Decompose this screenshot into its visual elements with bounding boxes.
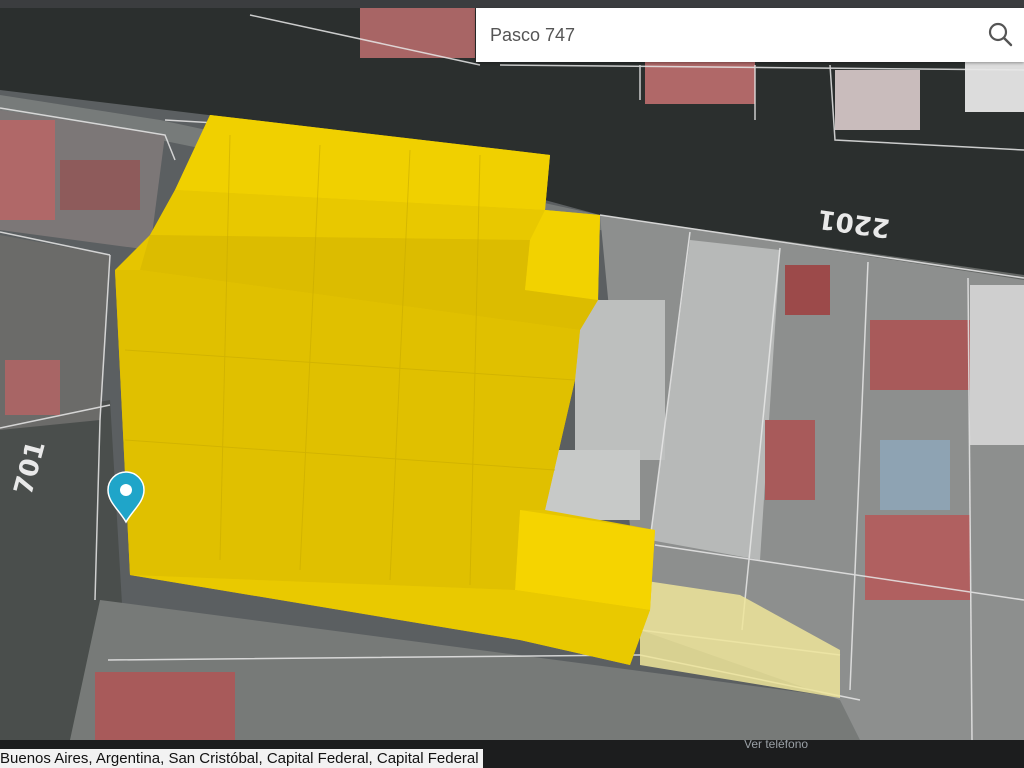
roof-right-blue xyxy=(880,440,950,510)
roof-mid-gray xyxy=(575,300,665,460)
top-bar xyxy=(0,0,1024,8)
roof-top-3 xyxy=(835,70,920,130)
roof-right-light xyxy=(970,285,1024,445)
search-box xyxy=(476,8,1024,62)
roof-top-red-2 xyxy=(645,62,755,104)
search-button[interactable] xyxy=(974,8,1024,62)
roof-right-red-1 xyxy=(785,265,830,315)
roof-right-red-3 xyxy=(765,420,815,500)
roof-top-left-red xyxy=(0,120,55,220)
search-icon xyxy=(988,22,1013,47)
phone-link[interactable]: Ver teléfono xyxy=(744,740,808,751)
satellite-map[interactable]: 2201 701 xyxy=(0,8,1024,740)
footer: Ver teléfono Buenos Aires, Argentina, Sa… xyxy=(0,740,1024,768)
roof-top-left-2 xyxy=(60,160,140,210)
roof-right-red-2 xyxy=(870,320,970,390)
roof-left-red xyxy=(5,360,60,415)
roof-top-red-1 xyxy=(360,8,475,58)
roof-right-red-4 xyxy=(865,515,970,600)
roof-bottom-red xyxy=(95,672,235,740)
map-view[interactable]: 2201 701 xyxy=(0,8,1024,740)
location-address: Buenos Aires, Argentina, San Cristóbal, … xyxy=(0,749,483,768)
search-input[interactable] xyxy=(490,8,960,62)
